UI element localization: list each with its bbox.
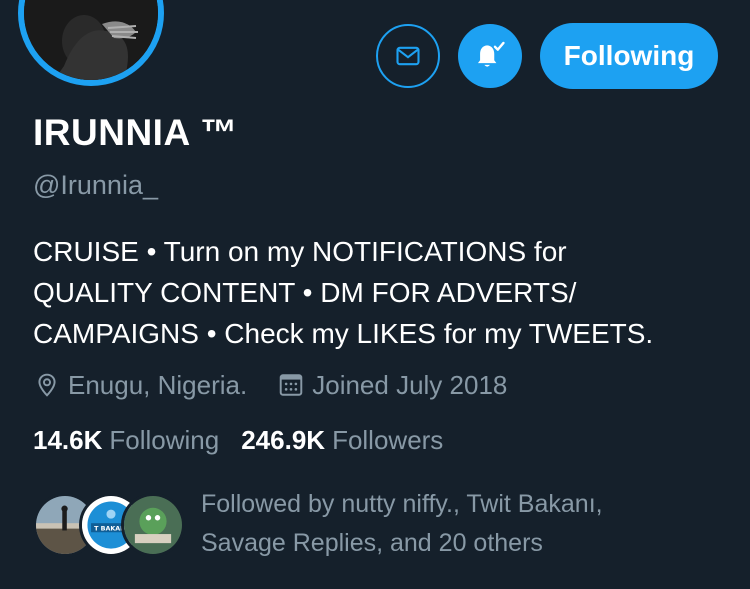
following-count: 14.6K bbox=[33, 425, 103, 455]
mail-icon bbox=[396, 46, 420, 66]
followers-label: Followers bbox=[332, 425, 444, 455]
location-text: Enugu, Nigeria. bbox=[68, 369, 248, 400]
profile-stats: 14.6K Following 246.9K Followers bbox=[33, 425, 443, 456]
followed-by-text[interactable]: Followed by nutty niffy., Twit Bakanı, S… bbox=[201, 485, 741, 563]
follower-avatar bbox=[121, 493, 185, 557]
notifications-button[interactable] bbox=[458, 24, 522, 88]
followed-by-line: Followed by nutty niffy., Twit Bakanı, bbox=[201, 490, 603, 518]
followed-by-line: Savage Replies, and 20 others bbox=[201, 529, 543, 557]
profile-bio: CRUISE • Turn on my NOTIFICATIONS for QU… bbox=[33, 231, 733, 354]
joined-date-text: Joined July 2018 bbox=[312, 369, 508, 400]
display-name: IRUNNIA ™ bbox=[33, 112, 238, 153]
followers-link[interactable]: 246.9K Followers bbox=[241, 425, 443, 456]
avatar-image bbox=[24, 0, 158, 80]
profile-meta: Enugu, Nigeria. Joined July 2018 bbox=[33, 368, 507, 402]
following-button[interactable]: Following bbox=[540, 23, 718, 89]
message-button[interactable] bbox=[376, 24, 440, 88]
followers-count: 246.9K bbox=[241, 425, 326, 455]
bio-line: CAMPAIGNS • Check my LIKES for my TWEETS… bbox=[33, 318, 654, 349]
bell-check-icon bbox=[477, 41, 505, 67]
location-pin-icon bbox=[33, 371, 61, 399]
bio-line: QUALITY CONTENT • DM FOR ADVERTS/ bbox=[33, 277, 577, 308]
followed-by-avatars[interactable]: T BAKANI bbox=[33, 493, 185, 559]
following-link[interactable]: 14.6K Following bbox=[33, 425, 219, 456]
following-label: Following bbox=[109, 425, 220, 455]
username-handle: @Irunnia_ bbox=[33, 170, 158, 200]
bio-line: CRUISE • Turn on my NOTIFICATIONS for bbox=[33, 236, 567, 267]
profile-avatar[interactable] bbox=[18, 0, 164, 86]
calendar-icon bbox=[277, 371, 305, 399]
